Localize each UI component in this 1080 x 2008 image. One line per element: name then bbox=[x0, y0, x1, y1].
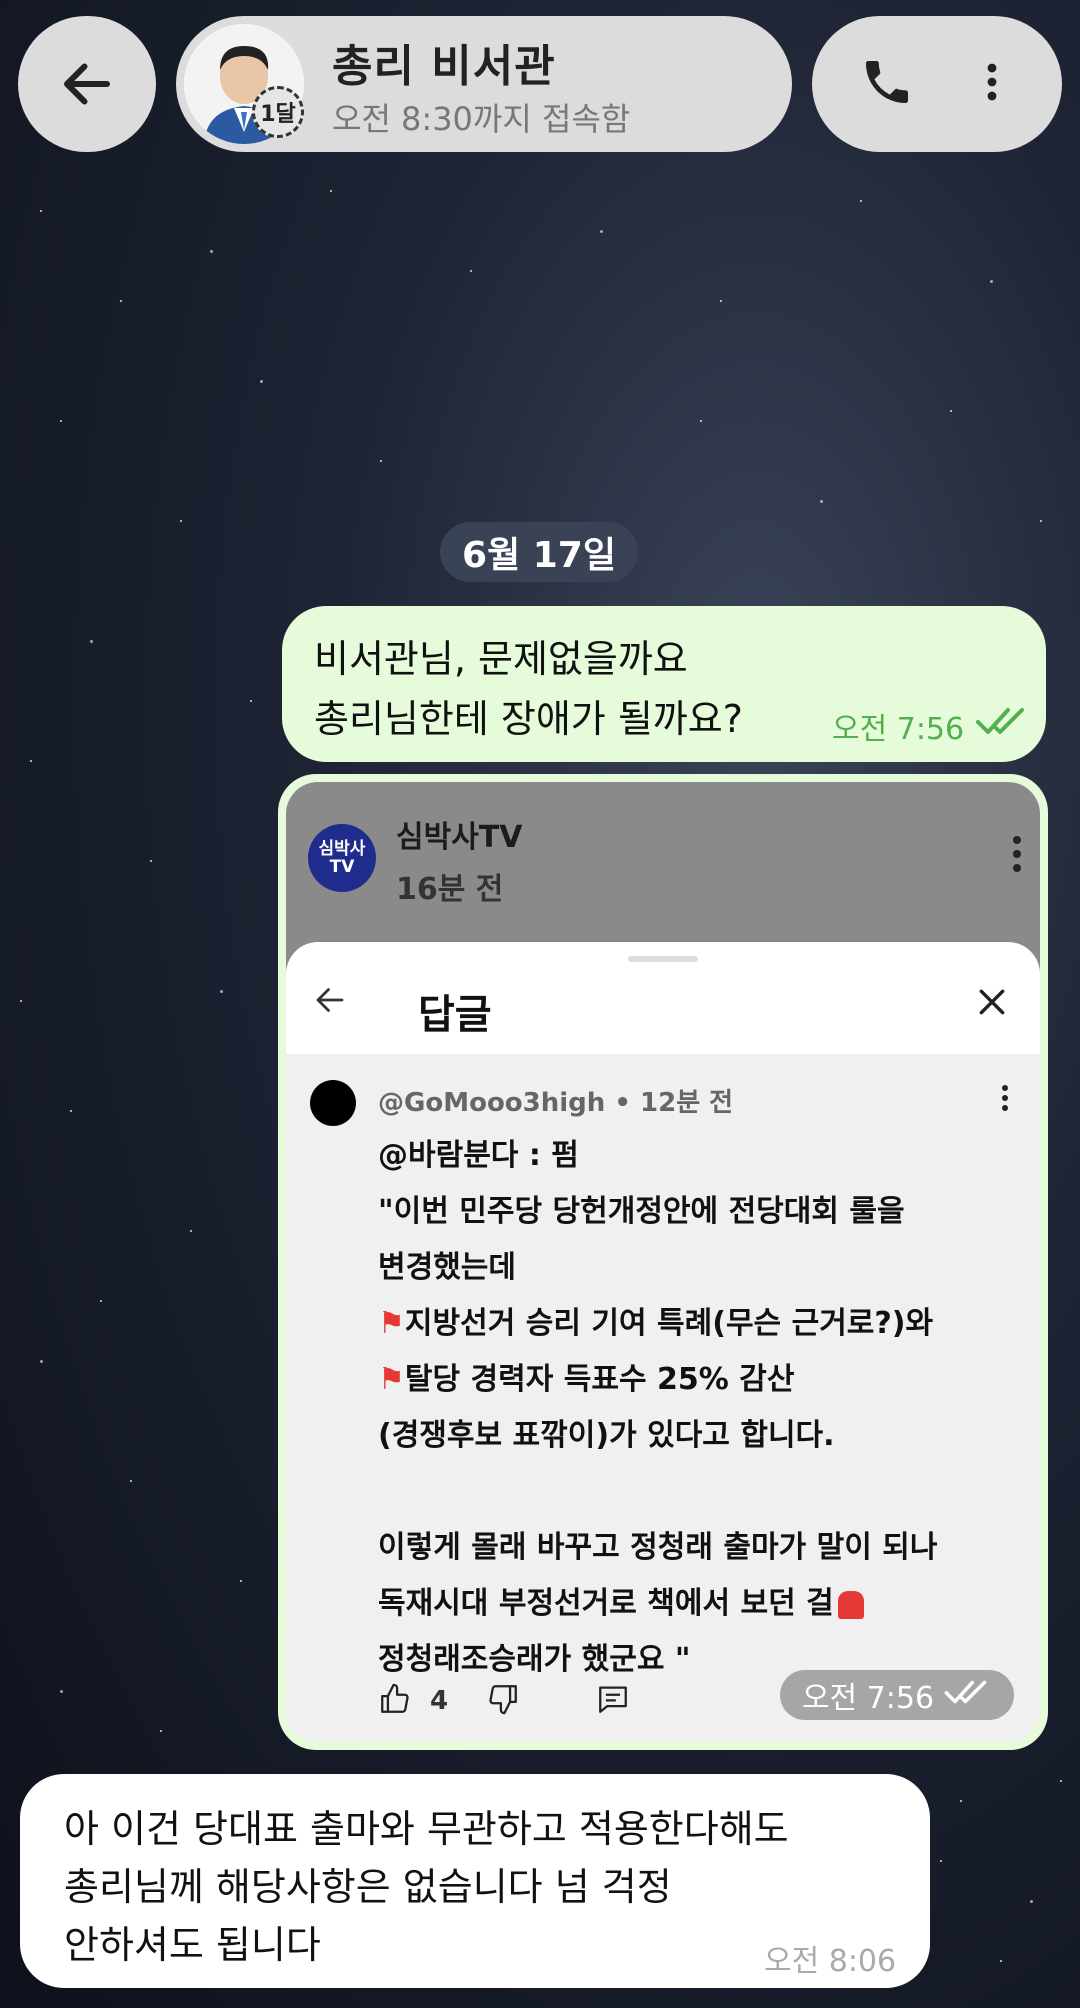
comment-text: 탈당 경력자 득표수 25% 감산 bbox=[404, 1362, 795, 1397]
attached-screenshot[interactable]: 심박사 TV 심박사TV 16분 전 답글 @GoMooo3high • 12분… bbox=[286, 782, 1040, 1742]
more-options-icon[interactable] bbox=[968, 54, 1016, 114]
contact-name: 총리 비서관 bbox=[332, 41, 556, 92]
comment-line: "이번 민주당 당헌개정안에 전당대회 룰을 bbox=[378, 1194, 905, 1229]
replies-sheet: 답글 @GoMooo3high • 12분 전 @바람분다 : 펌 "이번 민주… bbox=[286, 942, 1040, 1742]
image-time-chip: 오전 7:56 bbox=[780, 1670, 1014, 1720]
arrow-left-icon bbox=[310, 982, 350, 1022]
arrow-left-icon bbox=[64, 63, 110, 105]
message-text: 아 이건 당대표 출마와 무관하고 적용한다해도 bbox=[64, 1807, 789, 1851]
post-age: 16분 전 bbox=[396, 872, 504, 907]
channel-logo: 심박사 TV bbox=[308, 824, 376, 892]
comment-line: 변경했는데 bbox=[378, 1250, 516, 1285]
channel-name: 심박사TV bbox=[396, 820, 523, 855]
siren-icon bbox=[837, 1590, 864, 1619]
close-icon bbox=[976, 986, 1008, 1022]
phone-icon[interactable] bbox=[859, 54, 915, 114]
comment-text: 지방선거 승리 기여 특례(무슨 근거로?)와 bbox=[404, 1306, 934, 1341]
red-flag-icon: ⚑ bbox=[378, 1306, 405, 1341]
comment: @GoMooo3high • 12분 전 @바람분다 : 펌 "이번 민주당 당… bbox=[286, 1054, 1040, 1742]
comment-text: 독재시대 부정선거로 책에서 보던 걸 bbox=[378, 1586, 834, 1621]
message-text: 총리님한테 장애가 될까요? bbox=[314, 697, 743, 741]
story-badge: 1달 bbox=[252, 86, 304, 138]
message-time: 오전 8:06 bbox=[764, 1944, 897, 1979]
outgoing-message[interactable]: 비서관님, 문제없을까요 총리님한테 장애가 될까요? 오전 7:56 bbox=[282, 606, 1046, 762]
sheet-header: 답글 bbox=[286, 942, 1040, 1055]
like-count: 4 bbox=[430, 1686, 449, 1716]
contact-header[interactable]: 1달 총리 비서관 오전 8:30까지 접속함 bbox=[176, 16, 792, 152]
double-check-icon bbox=[944, 1678, 992, 1713]
header-actions bbox=[812, 16, 1062, 152]
comment-line: @바람분다 : 펌 bbox=[378, 1138, 579, 1173]
comment-line: 독재시대 부정선거로 책에서 보던 걸 bbox=[378, 1578, 864, 1622]
more-vert-icon bbox=[1010, 834, 1024, 878]
date-separator: 6월 17일 bbox=[440, 522, 638, 582]
message-text: 비서관님, 문제없을까요 bbox=[314, 637, 688, 681]
comment-line: (경쟁후보 표깎이)가 있다고 합니다. bbox=[378, 1418, 835, 1453]
message-time: 오전 7:56 bbox=[832, 712, 965, 747]
comment-line: ⚑탈당 경력자 득표수 25% 감산 bbox=[378, 1354, 795, 1398]
thumbs-down-icon bbox=[486, 1682, 520, 1720]
message-text: 총리님께 해당사항은 없습니다 넘 걱정 bbox=[64, 1865, 672, 1909]
comment-line: ⚑지방선거 승리 기여 특례(무슨 근거로?)와 bbox=[378, 1298, 933, 1342]
incoming-message[interactable]: 아 이건 당대표 출마와 무관하고 적용한다해도 총리님께 해당사항은 없습니다… bbox=[20, 1774, 930, 1988]
outgoing-image-message[interactable]: 심박사 TV 심박사TV 16분 전 답글 @GoMooo3high • 12분… bbox=[278, 774, 1048, 1750]
back-button[interactable] bbox=[18, 16, 156, 152]
comment-actions: 4 bbox=[378, 1682, 630, 1720]
comment-author: @GoMooo3high • 12분 전 bbox=[378, 1088, 734, 1118]
message-time: 오전 7:56 bbox=[801, 1681, 935, 1716]
more-vert-icon bbox=[1000, 1084, 1010, 1116]
comment-line: 정청래조승래가 했군요 " bbox=[378, 1642, 691, 1677]
reply-comment-icon bbox=[596, 1682, 630, 1720]
comment-line: 이렇게 몰래 바꾸고 정청래 출마가 말이 되나 bbox=[378, 1530, 938, 1565]
last-seen-status: 오전 8:30까지 접속함 bbox=[332, 100, 631, 138]
double-check-icon bbox=[976, 706, 1030, 740]
red-flag-icon: ⚑ bbox=[378, 1362, 405, 1397]
message-text: 안하셔도 됩니다 bbox=[64, 1923, 321, 1967]
sheet-title: 답글 bbox=[418, 992, 492, 1038]
thumbs-up-icon bbox=[378, 1682, 412, 1720]
commenter-avatar bbox=[310, 1080, 356, 1126]
